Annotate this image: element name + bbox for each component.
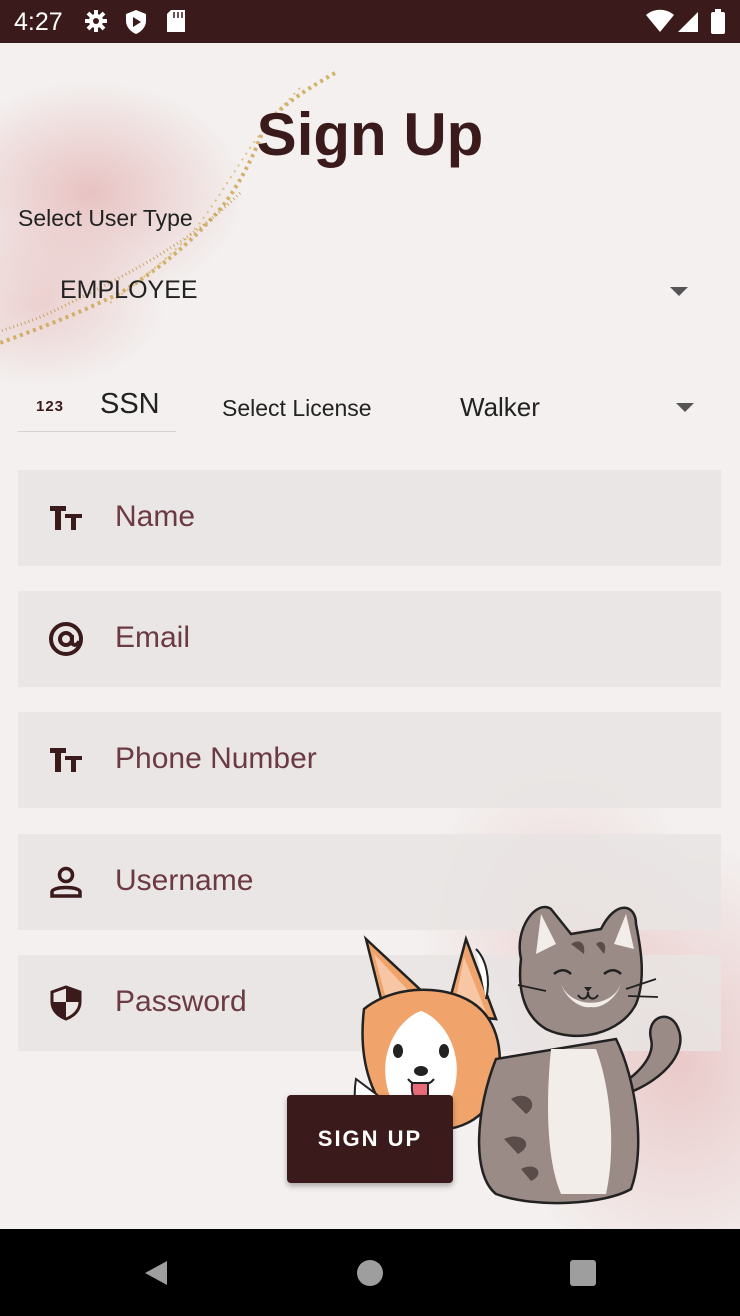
page-title: Sign Up: [256, 101, 484, 168]
user-type-dropdown[interactable]: EMPLOYEE: [18, 263, 718, 323]
phone-number-placeholder: Phone Number: [115, 742, 317, 775]
recents-icon[interactable]: [570, 1260, 596, 1286]
wifi-icon: [646, 9, 674, 32]
home-icon[interactable]: [357, 1260, 383, 1286]
signup-button[interactable]: SIGN UP: [287, 1095, 453, 1183]
text-size-icon: [50, 748, 82, 772]
shield-icon: [50, 985, 82, 1021]
status-bar: 4:27: [0, 0, 740, 43]
signup-screen: Sign Up Select User Type EMPLOYEE 123 SS…: [0, 43, 740, 1229]
license-selected-value: Walker: [460, 392, 540, 422]
user-type-selected-value: EMPLOYEE: [60, 276, 198, 304]
text-size-icon: [50, 506, 82, 530]
at-sign-icon: [49, 622, 83, 656]
name-field[interactable]: Name: [18, 470, 721, 566]
back-icon[interactable]: [143, 1259, 169, 1287]
phone-number-field[interactable]: Phone Number: [18, 712, 721, 808]
shield-play-icon: [126, 10, 146, 34]
sd-card-icon: [167, 10, 185, 32]
ssn-field[interactable]: 123 SSN: [18, 383, 176, 432]
chevron-down-icon: [676, 403, 694, 412]
user-type-label: Select User Type: [18, 205, 193, 231]
username-placeholder: Username: [115, 864, 254, 897]
person-icon: [50, 866, 82, 898]
name-placeholder: Name: [115, 500, 196, 533]
license-dropdown[interactable]: Walker: [440, 383, 718, 431]
battery-icon: [711, 9, 725, 34]
password-placeholder: Password: [115, 985, 247, 1018]
ssn-placeholder: SSN: [100, 388, 160, 420]
status-time: 4:27: [14, 8, 63, 36]
license-label: Select License: [222, 395, 372, 421]
number-icon: 123: [36, 398, 65, 415]
tabby-cat-drawing: [477, 905, 682, 1205]
cellular-signal-icon: [678, 12, 698, 32]
chevron-down-icon: [670, 287, 688, 296]
gear-icon: [85, 10, 107, 32]
email-field[interactable]: Email: [18, 591, 721, 687]
navigation-bar: [0, 1229, 740, 1316]
email-placeholder: Email: [115, 621, 191, 654]
